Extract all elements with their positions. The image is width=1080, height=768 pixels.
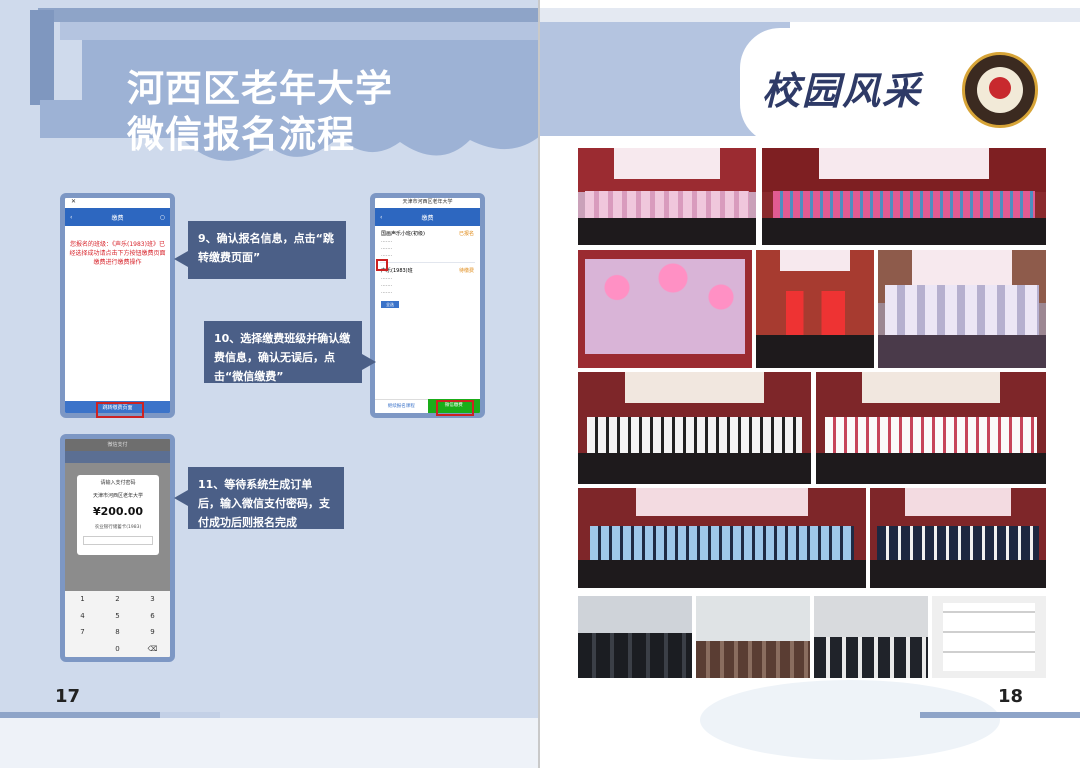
highlight-checkbox-box bbox=[376, 259, 388, 271]
phone2-header-title: 缴费 bbox=[421, 214, 434, 222]
footer-bar bbox=[0, 712, 160, 718]
footer-bar-light bbox=[160, 712, 220, 718]
keypad-key[interactable]: 2 bbox=[100, 595, 135, 603]
payee-name: 天津市河西区老年大学 bbox=[92, 493, 143, 499]
phone2-row1: 国画声乐小班(初级) 已报名 bbox=[375, 226, 480, 237]
keypad-key[interactable]: ⌫ bbox=[135, 645, 170, 653]
phone-screenshot-wechat-pay: 微信支付 请输入支付密码 天津市河西区老年大学 ¥200.00 农业银行储蓄卡(… bbox=[60, 434, 175, 662]
continue-enroll-button[interactable]: 继续报名课程 bbox=[375, 399, 428, 413]
header-accent bbox=[30, 10, 54, 105]
highlight-box bbox=[96, 402, 144, 418]
close-icon: ✕ bbox=[71, 198, 77, 205]
footer-bar bbox=[920, 712, 1080, 718]
photo-dance-pink bbox=[578, 148, 756, 245]
photo-chorus-2 bbox=[816, 372, 1046, 484]
row1-status: 已报名 bbox=[458, 231, 474, 237]
phone1-header-title: 缴费 bbox=[111, 214, 124, 222]
phone-screenshot-pay: 天津市河西区老年大学 ‹ 缴费 国画声乐小班(初级) 已报名 ······· ··… bbox=[370, 193, 485, 418]
page-fold bbox=[538, 0, 540, 768]
password-input[interactable] bbox=[83, 536, 153, 545]
right-page: 校园风采 18 bbox=[540, 0, 1080, 768]
page-number-left: 17 bbox=[55, 686, 81, 707]
keypad-key[interactable]: 0 bbox=[100, 645, 135, 653]
photo-qipao-show bbox=[762, 148, 1046, 245]
keypad-key[interactable]: 9 bbox=[135, 628, 170, 636]
keypad-key[interactable]: 3 bbox=[135, 595, 170, 603]
row1-details: ······· ······· ······· bbox=[381, 239, 393, 259]
row2-details: ······· ······· ······· bbox=[381, 276, 393, 296]
step9-arrow bbox=[174, 251, 188, 267]
payment-card: 请输入支付密码 天津市河西区老年大学 ¥200.00 农业银行储蓄卡(1983) bbox=[77, 475, 159, 555]
card-title: 请输入支付密码 bbox=[100, 480, 136, 486]
phone3-subbar bbox=[65, 451, 170, 463]
keypad-key[interactable]: 1 bbox=[65, 595, 100, 603]
keypad-key[interactable]: 8 bbox=[100, 628, 135, 636]
back-icon: ‹ bbox=[380, 213, 383, 221]
phone1-red-notice: 您报名的班级：《声乐(1983)班》已经选择成功请点击下方按钮缴费页面缴费进行缴… bbox=[69, 241, 166, 266]
photo-solo-dance bbox=[756, 250, 874, 368]
step11-callout: 11、等待系统生成订单后，输入微信支付密码，支付成功后则报名完成 bbox=[188, 467, 344, 529]
payment-method: 农业银行储蓄卡(1983) bbox=[94, 525, 142, 530]
phone-screenshot-confirm: ✕ ‹ 缴费 ○ 您报名的班级：《声乐(1983)班》已经选择成功请点击下方按钮… bbox=[60, 193, 175, 418]
keypad-key[interactable]: 7 bbox=[65, 628, 100, 636]
keypad-key[interactable]: 4 bbox=[65, 612, 100, 620]
step11-arrow bbox=[174, 490, 188, 506]
payment-amount: ¥200.00 bbox=[92, 505, 144, 518]
photo-salute bbox=[870, 488, 1046, 588]
highlight-pay-box bbox=[436, 400, 474, 416]
ink-landscape-decoration bbox=[700, 680, 1000, 760]
photo-piano-room bbox=[578, 596, 692, 678]
left-page: 河西区老年大学 微信报名流程 ✕ ‹ 缴费 ○ 您报名的班级：《声乐(1983)… bbox=[0, 0, 540, 768]
row1-label: 国画声乐小班(初级) bbox=[381, 231, 425, 237]
row2-status: 待缴费 bbox=[458, 268, 474, 274]
photo-chorus-1 bbox=[578, 372, 811, 484]
phone2-header: ‹ 缴费 bbox=[375, 208, 480, 226]
phone2-app-title: 天津市河西区老年大学 bbox=[402, 199, 453, 205]
phone3-header: 微信支付 bbox=[65, 439, 170, 451]
phone2-row2: 声乐(1983)班 待缴费 bbox=[375, 263, 480, 274]
keypad-key[interactable]: 5 bbox=[100, 612, 135, 620]
photo-computer-room bbox=[696, 596, 810, 678]
header-band-light bbox=[60, 22, 540, 40]
photo-fan-dance bbox=[878, 250, 1046, 368]
page-number-right: 18 bbox=[998, 686, 1024, 707]
phone1-header: ‹ 缴费 ○ bbox=[65, 208, 170, 226]
header-band-light bbox=[540, 8, 1080, 22]
select-all-button[interactable]: 全选 bbox=[381, 301, 399, 308]
step10-arrow bbox=[362, 354, 376, 370]
keypad-key[interactable]: 6 bbox=[135, 612, 170, 620]
ink-landscape-decoration bbox=[0, 718, 540, 768]
refresh-icon: ○ bbox=[159, 213, 165, 221]
number-keypad: 1 2 3 4 5 6 7 8 9 0 ⌫ bbox=[65, 591, 170, 657]
photo-pottery-shelf bbox=[932, 596, 1046, 678]
photo-chorus-blue bbox=[578, 488, 866, 588]
logo-mark bbox=[989, 77, 1011, 99]
step9-callout: 9、确认报名信息，点击“跳转缴费页面” bbox=[188, 221, 346, 279]
photo-flower-dance bbox=[578, 250, 752, 368]
campus-style-calligraphy: 校园风采 bbox=[762, 68, 923, 113]
step10-callout: 10、选择缴费班级并确认缴费信息，确认无误后，点击“微信缴费” bbox=[204, 321, 362, 383]
photo-keyboard-room bbox=[814, 596, 928, 678]
university-logo bbox=[962, 52, 1038, 128]
back-icon: ‹ bbox=[70, 213, 73, 221]
page-title-line2: 微信报名流程 bbox=[127, 113, 355, 156]
header-band-dark bbox=[38, 8, 540, 22]
